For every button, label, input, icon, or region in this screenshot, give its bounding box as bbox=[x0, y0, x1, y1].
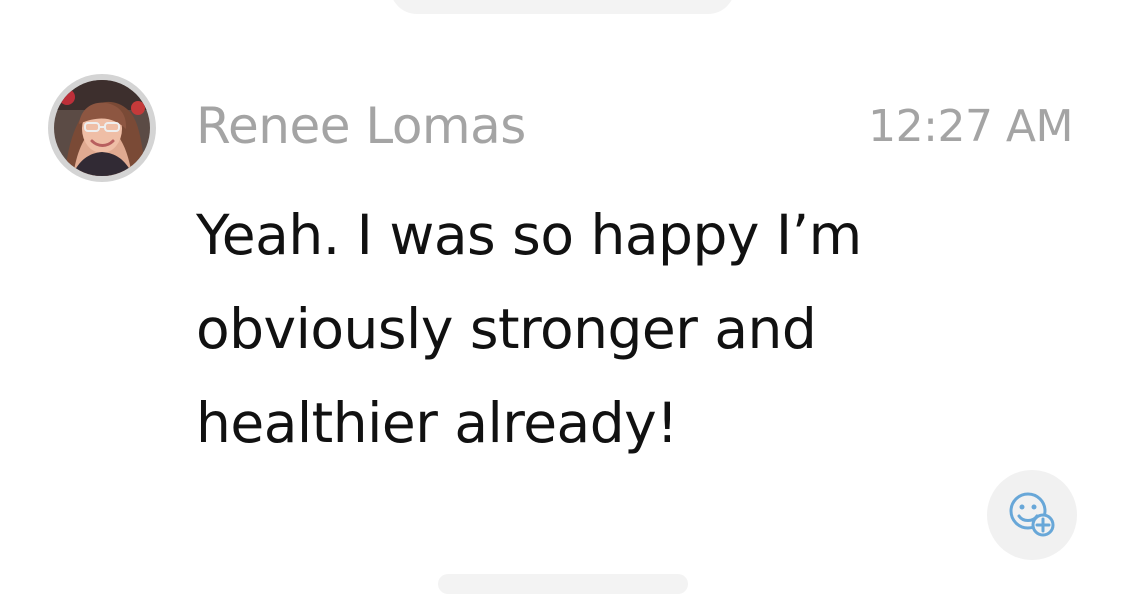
avatar[interactable] bbox=[48, 74, 156, 182]
message-body-line: Yeah. I was so happy I’m bbox=[196, 203, 862, 267]
chat-message: Renee Lomas 12:27 AM Yeah. I was so happ… bbox=[0, 0, 1125, 580]
message-body-line: obviously stronger and bbox=[196, 297, 817, 361]
message-timestamp: 12:27 AM bbox=[868, 101, 1073, 152]
bottom-scroll-pill bbox=[438, 574, 688, 594]
add-reaction-button[interactable] bbox=[987, 470, 1077, 560]
message-body: Yeah. I was so happy I’m obviously stron… bbox=[196, 188, 956, 470]
sender-name: Renee Lomas bbox=[196, 97, 526, 155]
user-avatar-photo-icon bbox=[54, 80, 150, 176]
message-body-line: healthier already! bbox=[196, 391, 678, 455]
add-reaction-icon bbox=[1009, 492, 1055, 537]
